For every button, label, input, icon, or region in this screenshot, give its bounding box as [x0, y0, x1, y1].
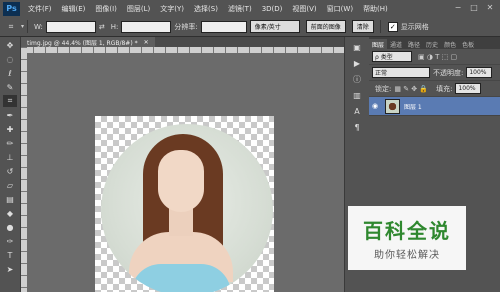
blend-row: 正常 不透明度: 100% — [369, 65, 500, 81]
quick-select-tool-icon[interactable]: ✎ — [3, 81, 17, 93]
maximize-icon[interactable]: □ — [468, 2, 480, 13]
fill-input[interactable]: 100% — [455, 83, 482, 94]
actions-panel-icon[interactable]: ▶ — [350, 57, 364, 69]
layer-kind-select[interactable]: ρ 类型 — [372, 51, 412, 62]
layer-filter-row: ρ 类型 ▣ ◑ T ⬚ ▢ — [369, 49, 500, 65]
tool-preset-dropdown-icon[interactable]: ▾ — [21, 23, 24, 30]
filter-icons[interactable]: ▣ ◑ T ⬚ ▢ — [418, 53, 457, 61]
menu-3d[interactable]: 3D(D) — [257, 5, 288, 13]
history-panel-icon[interactable]: ▣ — [350, 41, 364, 53]
show-grid-checkbox[interactable]: ✓ — [387, 21, 398, 32]
layer-name: 图层 1 — [404, 103, 422, 111]
eyedropper-tool-icon[interactable]: ✒ — [3, 109, 17, 121]
panel-tabs: 图层 通道 路径 历史 颜色 色板 — [369, 37, 500, 49]
history-brush-tool-icon[interactable]: ↺ — [3, 165, 17, 177]
info-panel-icon[interactable]: ⓘ — [350, 73, 364, 85]
resolution-input[interactable] — [200, 20, 247, 33]
menu-layer[interactable]: 图层(L) — [122, 4, 155, 14]
tab-history[interactable]: 历史 — [423, 39, 441, 49]
paragraph-panel-icon[interactable]: ¶ — [350, 121, 364, 133]
visibility-eye-icon[interactable]: ◉ — [369, 102, 381, 110]
marquee-tool-icon[interactable]: ◌ — [3, 53, 17, 65]
portrait-dress — [131, 264, 231, 292]
fill-label: 填充: — [436, 84, 453, 93]
options-bar: ⌗ ▾ W: ⇄ H: 分辨率: 像素/英寸 前面的图像 清除 ✓ 显示网格 — [0, 17, 500, 37]
tab-layers[interactable]: 图层 — [369, 39, 388, 49]
watermark-subtitle: 助你轻松解决 — [374, 250, 440, 261]
menu-select[interactable]: 选择(S) — [189, 4, 223, 14]
move-tool-icon[interactable]: ✥ — [3, 39, 17, 51]
crop-tool-icon[interactable]: ⌗ — [3, 95, 17, 107]
layer-thumbnail — [385, 98, 400, 114]
menu-edit[interactable]: 编辑(E) — [57, 4, 91, 14]
unit-select[interactable]: 像素/英寸 — [249, 20, 300, 33]
show-grid-label: 显示网格 — [400, 22, 429, 31]
eraser-tool-icon[interactable]: ▱ — [3, 179, 17, 191]
lock-icons[interactable]: ▦ ✎ ✥ 🔒 — [394, 85, 428, 93]
properties-panel-icon[interactable]: ▥ — [350, 89, 364, 101]
blur-tool-icon[interactable]: ◆ — [3, 207, 17, 219]
menu-image[interactable]: 图像(I) — [90, 4, 122, 14]
menu-filter[interactable]: 滤镜(T) — [223, 4, 257, 14]
pen-tool-icon[interactable]: ✑ — [3, 235, 17, 247]
healing-brush-tool-icon[interactable]: ✚ — [3, 123, 17, 135]
document-tab[interactable]: timg.jpg @ 44.4% (图层 1, RGB/8#) * ✕ — [21, 37, 155, 47]
brush-tool-icon[interactable]: ✏ — [3, 137, 17, 149]
lasso-tool-icon[interactable]: ℓ — [3, 67, 17, 79]
tab-color[interactable]: 颜色 — [441, 39, 459, 49]
menu-file[interactable]: 文件(F) — [23, 4, 57, 14]
menu-type[interactable]: 文字(Y) — [155, 4, 189, 14]
clone-stamp-tool-icon[interactable]: ⊥ — [3, 151, 17, 163]
divider — [379, 20, 381, 33]
tab-channels[interactable]: 通道 — [387, 39, 405, 49]
swap-icon[interactable]: ⇄ — [99, 23, 105, 31]
menu-window[interactable]: 窗口(W) — [322, 4, 358, 14]
menu-help[interactable]: 帮助(H) — [358, 4, 393, 14]
close-tab-icon[interactable]: ✕ — [144, 39, 149, 46]
character-panel-icon[interactable]: A — [350, 105, 364, 117]
watermark: 百科全说 助你轻松解决 — [348, 206, 466, 270]
divider — [27, 20, 29, 33]
menu-view[interactable]: 视图(V) — [287, 4, 321, 14]
minimize-icon[interactable]: − — [452, 2, 464, 13]
lock-row: 锁定: ▦ ✎ ✥ 🔒 填充: 100% — [369, 81, 500, 97]
height-input[interactable] — [121, 20, 172, 33]
portrait-face — [158, 150, 204, 212]
document-tab-bar: timg.jpg @ 44.4% (图层 1, RGB/8#) * ✕ — [21, 37, 344, 47]
unit-select-value: 像素/英寸 — [254, 24, 281, 31]
blend-mode-select[interactable]: 正常 — [372, 67, 430, 78]
lock-label: 锁定: — [375, 84, 392, 93]
crop-tool-icon[interactable]: ⌗ — [4, 21, 18, 33]
document-title: timg.jpg @ 44.4% (图层 1, RGB/8#) * — [27, 39, 138, 47]
opacity-label: 不透明度: — [433, 68, 464, 77]
opacity-input[interactable]: 100% — [466, 67, 493, 78]
path-select-tool-icon[interactable]: ➤ — [3, 263, 17, 275]
portrait-neck — [169, 208, 193, 236]
close-window-icon[interactable]: ✕ — [484, 2, 496, 13]
gradient-tool-icon[interactable]: ▤ — [3, 193, 17, 205]
document-canvas[interactable] — [95, 116, 274, 292]
clear-button[interactable]: 清除 — [351, 20, 374, 33]
type-tool-icon[interactable]: T — [3, 249, 17, 261]
tools-panel: ✥ ◌ ℓ ✎ ⌗ ✒ ✚ ✏ ⊥ ↺ ▱ ▤ ◆ ● ✑ T ➤ — [0, 37, 21, 292]
tab-swatches[interactable]: 色板 — [459, 39, 477, 49]
circular-portrait-image — [101, 124, 273, 292]
dodge-tool-icon[interactable]: ● — [3, 221, 17, 233]
layer-item[interactable]: ◉ 图层 1 — [369, 97, 500, 116]
menu-bar: Ps 文件(F) 编辑(E) 图像(I) 图层(L) 文字(Y) 选择(S) 滤… — [0, 0, 500, 18]
width-input[interactable] — [45, 20, 96, 33]
watermark-title: 百科全说 — [363, 219, 451, 243]
width-label: W: — [34, 22, 43, 31]
height-label: H: — [110, 22, 119, 31]
tab-paths[interactable]: 路径 — [405, 39, 423, 49]
photoshop-logo: Ps — [3, 1, 20, 16]
resolution-label: 分辨率: — [174, 22, 198, 31]
front-image-button[interactable]: 前面的图像 — [305, 20, 346, 33]
